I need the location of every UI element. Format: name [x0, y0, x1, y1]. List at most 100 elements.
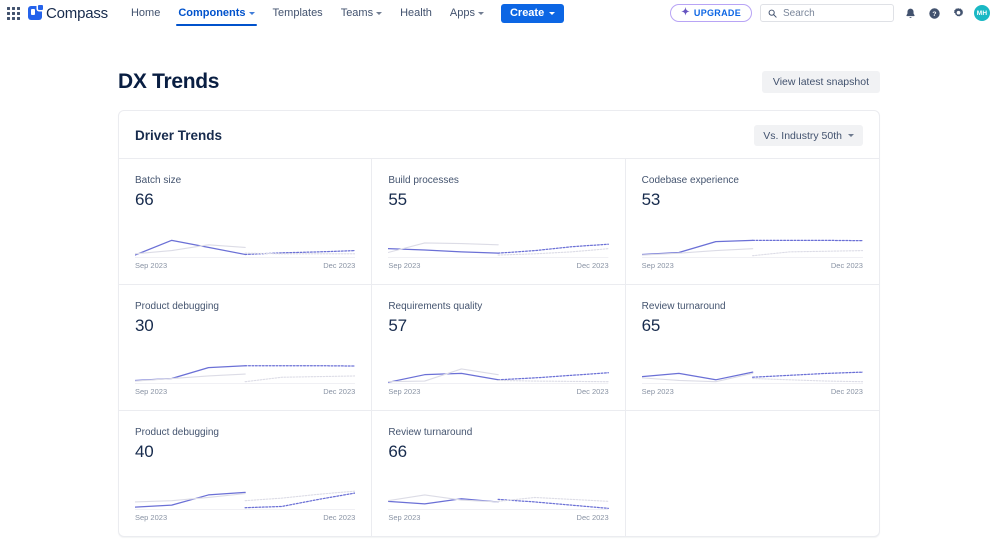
- axis-tick-start: Sep 2023: [388, 387, 420, 396]
- bell-icon: [904, 7, 917, 20]
- comparison-select-value: Vs. Industry 50th: [763, 130, 842, 142]
- upgrade-button[interactable]: ✦ UPGRADE: [670, 4, 752, 22]
- chevron-down-icon: [848, 134, 854, 137]
- nav-item-label: Templates: [273, 7, 323, 19]
- chevron-down-icon: [249, 12, 255, 15]
- driver-tile-label: Product debugging: [135, 427, 355, 438]
- driver-tile-sparkline: [388, 224, 608, 258]
- driver-trends-card: Driver Trends Vs. Industry 50th Batch si…: [118, 110, 880, 537]
- nav-item-apps[interactable]: Apps: [441, 0, 493, 26]
- driver-tile-axis: Sep 2023 Dec 2023: [642, 387, 863, 396]
- nav-item-label: Components: [178, 7, 245, 19]
- nav-item-home[interactable]: Home: [122, 0, 169, 26]
- driver-tile-axis: Sep 2023 Dec 2023: [642, 261, 863, 270]
- create-button-label: Create: [510, 7, 544, 19]
- svg-text:?: ?: [932, 10, 936, 17]
- nav-item-label: Teams: [341, 7, 373, 19]
- chevron-down-icon: [549, 12, 555, 15]
- axis-tick-end: Dec 2023: [323, 513, 355, 522]
- axis-tick-start: Sep 2023: [135, 387, 167, 396]
- page-title: DX Trends: [118, 70, 219, 94]
- driver-tile-label: Build processes: [388, 175, 608, 186]
- nav-item-teams[interactable]: Teams: [332, 0, 391, 26]
- comparison-select[interactable]: Vs. Industry 50th: [754, 125, 863, 146]
- help-button[interactable]: ?: [926, 5, 942, 21]
- driver-tile-label: Codebase experience: [642, 175, 863, 186]
- axis-tick-start: Sep 2023: [642, 387, 674, 396]
- nav-item-components[interactable]: Components: [169, 0, 263, 26]
- axis-tick-end: Dec 2023: [831, 387, 863, 396]
- driver-tile-value: 40: [135, 442, 355, 462]
- notifications-button[interactable]: [902, 5, 918, 21]
- driver-tile[interactable]: Batch size 66 Sep 2023 Dec 2023: [119, 159, 372, 285]
- driver-trends-grid: Batch size66Sep 2023Dec 2023Build proces…: [119, 158, 879, 536]
- axis-tick-start: Sep 2023: [388, 513, 420, 522]
- driver-tile-axis: Sep 2023Dec 2023: [388, 261, 608, 270]
- top-navigation-bar: Compass Home Components Templates Teams …: [0, 0, 998, 26]
- chevron-down-icon: [376, 12, 382, 15]
- driver-tile-label: Batch size: [135, 175, 355, 186]
- create-button[interactable]: Create: [501, 4, 564, 23]
- driver-tile-axis: Sep 2023Dec 2023: [388, 513, 608, 522]
- axis-tick-start: Sep 2023: [642, 261, 674, 270]
- compass-logo[interactable]: Compass: [28, 5, 108, 22]
- driver-tile[interactable]: Review turnaround65Sep 2023Dec 2023: [626, 285, 879, 411]
- page-header: DX Trends View latest snapshot: [118, 26, 880, 110]
- compass-mark-icon: [28, 6, 42, 20]
- driver-tile[interactable]: Build processes 55 Sep 2023Dec 2023: [372, 159, 625, 285]
- card-title: Driver Trends: [135, 128, 222, 143]
- upgrade-button-label: UPGRADE: [694, 8, 741, 18]
- driver-tile-sparkline: [388, 350, 608, 384]
- axis-tick-end: Dec 2023: [831, 261, 863, 270]
- driver-tile-value: 53: [642, 190, 863, 210]
- driver-tile-sparkline: [388, 476, 608, 510]
- driver-tile-sparkline: [135, 224, 355, 258]
- search-icon: [768, 9, 777, 18]
- driver-tile[interactable]: Codebase experience 53 Sep 2023 Dec 2023: [626, 159, 879, 285]
- search-box[interactable]: [760, 4, 894, 22]
- axis-tick-start: Sep 2023: [135, 261, 167, 270]
- driver-tile-value: 66: [388, 442, 608, 462]
- axis-tick-end: Dec 2023: [323, 387, 355, 396]
- driver-tile[interactable]: Review turnaround 66 Sep 2023Dec 2023: [372, 411, 625, 536]
- axis-tick-start: Sep 2023: [135, 513, 167, 522]
- card-header: Driver Trends Vs. Industry 50th: [119, 111, 879, 158]
- driver-tile[interactable]: Product debugging 40 Sep 2023 Dec 2023: [119, 411, 372, 536]
- driver-tile-empty: [626, 411, 879, 536]
- driver-tile-label: Review turnaround: [388, 427, 608, 438]
- settings-button[interactable]: [950, 5, 966, 21]
- nav-item-label: Apps: [450, 7, 475, 19]
- nav-item-label: Home: [131, 7, 160, 19]
- driver-tile-value: 65: [642, 316, 863, 336]
- driver-tile-axis: Sep 2023 Dec 2023: [135, 387, 355, 396]
- nav-item-label: Health: [400, 7, 432, 19]
- sparkle-icon: ✦: [681, 8, 690, 18]
- driver-tile-sparkline: [642, 350, 863, 384]
- axis-tick-end: Dec 2023: [577, 261, 609, 270]
- driver-tile[interactable]: Product debugging30Sep 2023Dec 2023: [119, 285, 372, 411]
- driver-tile-axis: Sep 2023 Dec 2023: [135, 261, 355, 270]
- driver-tile-value: 57: [388, 316, 608, 336]
- avatar[interactable]: MH: [974, 5, 990, 21]
- app-switcher-icon[interactable]: [4, 4, 22, 22]
- driver-tile-sparkline: [135, 476, 355, 510]
- driver-tile-axis: Sep 2023 Dec 2023: [135, 513, 355, 522]
- driver-tile-value: 66: [135, 190, 355, 210]
- nav-item-health[interactable]: Health: [391, 0, 441, 26]
- chevron-down-icon: [478, 12, 484, 15]
- gear-icon: [952, 7, 965, 20]
- nav-item-templates[interactable]: Templates: [264, 0, 332, 26]
- driver-tile[interactable]: Requirements quality57Sep 2023Dec 2023: [372, 285, 625, 411]
- driver-tile-sparkline: [642, 224, 863, 258]
- nav-right-cluster: ✦ UPGRADE ?: [670, 4, 990, 22]
- help-icon: ?: [928, 7, 941, 20]
- avatar-initials: MH: [977, 10, 988, 17]
- driver-tile-value: 30: [135, 316, 355, 336]
- primary-nav: Home Components Templates Teams Health A…: [122, 0, 564, 26]
- view-latest-snapshot-label: View latest snapshot: [773, 76, 869, 88]
- view-latest-snapshot-button[interactable]: View latest snapshot: [762, 71, 880, 93]
- axis-tick-end: Dec 2023: [323, 261, 355, 270]
- search-input[interactable]: [783, 8, 886, 19]
- driver-tile-value: 55: [388, 190, 608, 210]
- axis-tick-end: Dec 2023: [577, 387, 609, 396]
